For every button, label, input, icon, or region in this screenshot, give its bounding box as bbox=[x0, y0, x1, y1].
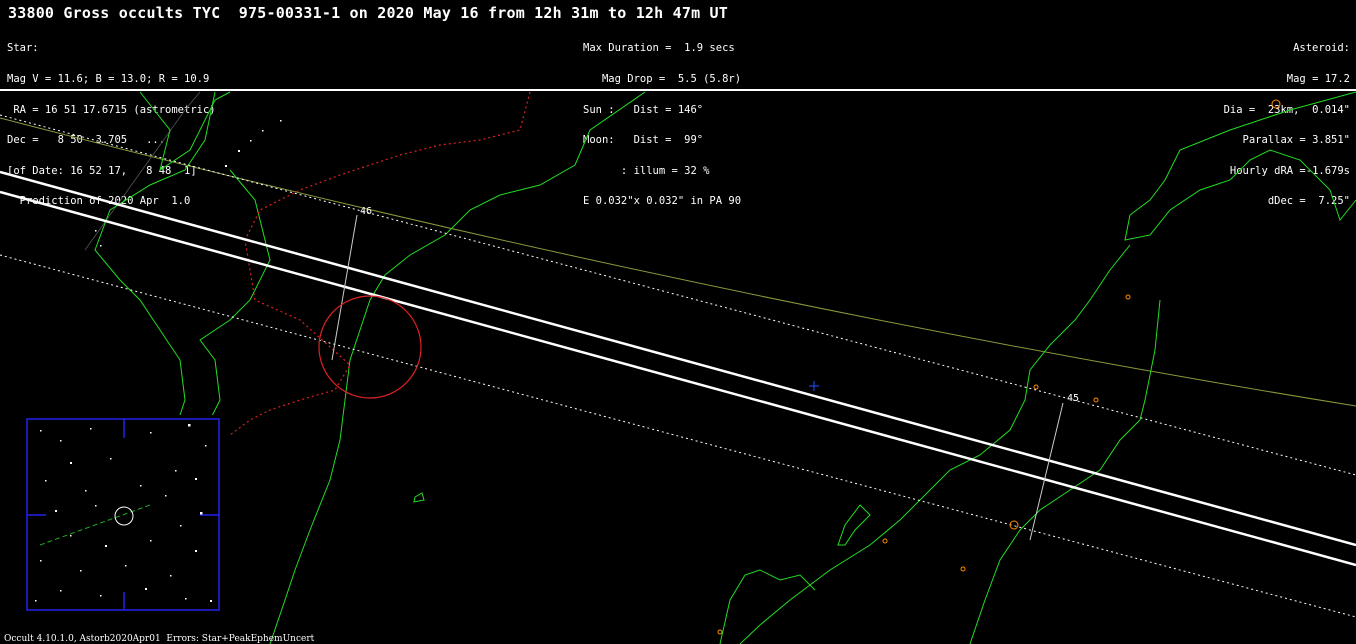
time-tick-46 bbox=[331, 214, 358, 361]
star-field-dots bbox=[95, 120, 282, 247]
city-marker bbox=[960, 566, 966, 572]
time-tick-45 bbox=[1029, 402, 1064, 541]
city-marker bbox=[1033, 384, 1039, 390]
software-footer: Occult 4.10.1.0, Astorb2020Apr01 Errors:… bbox=[4, 634, 315, 644]
city-marker bbox=[1125, 294, 1131, 300]
national-border bbox=[229, 91, 531, 436]
city-marker bbox=[717, 629, 723, 635]
city-markers bbox=[717, 99, 1281, 635]
city-marker bbox=[1093, 397, 1099, 403]
coastlines bbox=[94, 91, 1356, 644]
finder-chart[interactable] bbox=[0, 415, 228, 615]
time-label-46: 46 bbox=[360, 206, 372, 217]
occultation-map[interactable]: 46 45 bbox=[0, 0, 1356, 644]
center-cross-icon bbox=[809, 381, 819, 391]
time-label-45: 45 bbox=[1067, 393, 1079, 404]
city-marker bbox=[882, 538, 888, 544]
city-marker bbox=[1271, 99, 1281, 109]
